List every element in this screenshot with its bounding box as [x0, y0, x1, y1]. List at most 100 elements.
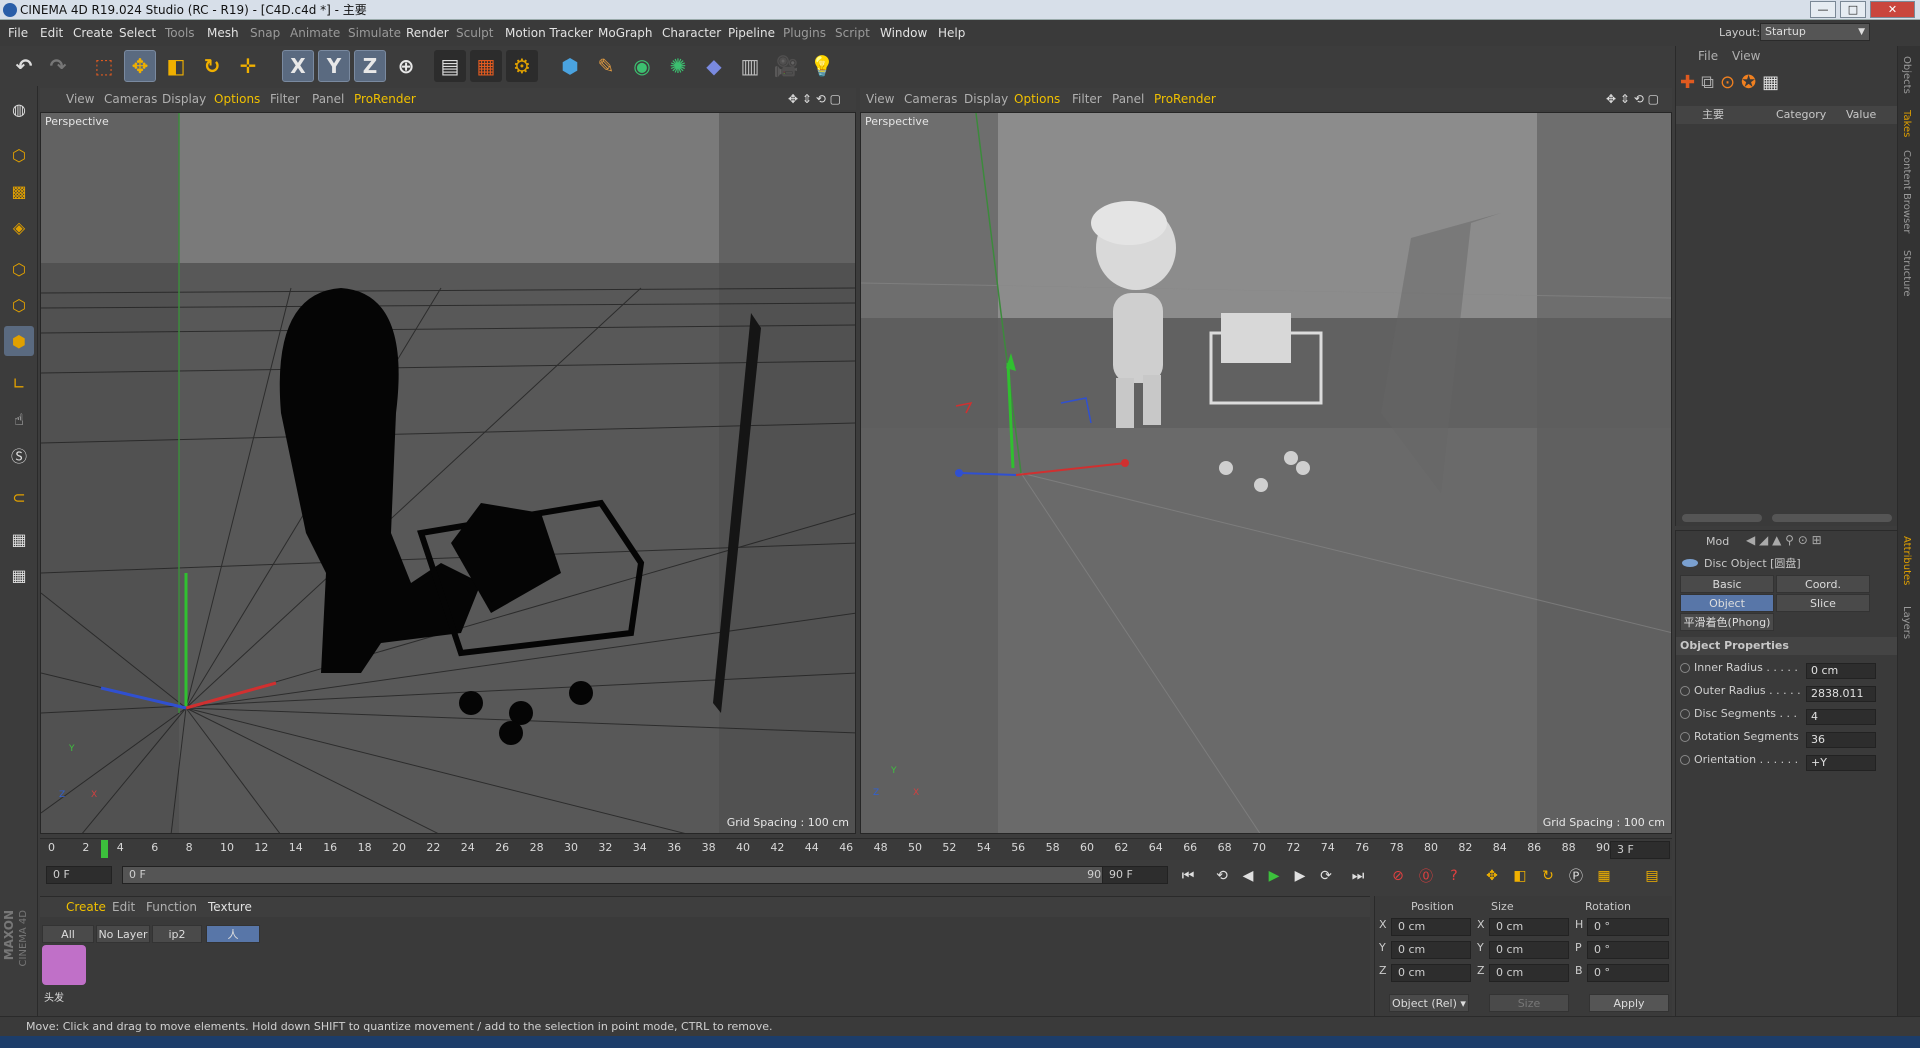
- camera-icon[interactable]: 🎥: [770, 50, 802, 82]
- planar-workplane-icon[interactable]: ▦: [4, 560, 34, 590]
- menu-pipeline[interactable]: Pipeline: [728, 20, 775, 46]
- attr-tab-basic[interactable]: Basic: [1680, 575, 1774, 593]
- polygons-mode-icon[interactable]: ⬢: [4, 326, 34, 356]
- light-icon[interactable]: 💡: [806, 50, 838, 82]
- property-value-field[interactable]: 36: [1806, 732, 1876, 748]
- menu-sculpt[interactable]: Sculpt: [456, 20, 493, 46]
- side-tab-structure[interactable]: Structure: [1901, 250, 1912, 297]
- menu-plugins[interactable]: Plugins: [783, 20, 826, 46]
- menu-motion-tracker[interactable]: Motion Tracker: [505, 20, 593, 46]
- coord-rotation-field[interactable]: 0 °: [1587, 941, 1669, 959]
- end-frame-field[interactable]: 90 F: [1102, 866, 1168, 884]
- key-scale-icon[interactable]: ◧: [1508, 864, 1532, 888]
- mat-menu-function[interactable]: Function: [146, 897, 197, 917]
- vp-right-display[interactable]: Display: [964, 88, 1008, 110]
- animate-toggle-icon[interactable]: [1680, 755, 1690, 765]
- live-selection-icon[interactable]: ⬚: [88, 50, 120, 82]
- side-tab-content-browser[interactable]: Content Browser: [1901, 150, 1912, 233]
- vp-right-filter[interactable]: Filter: [1072, 88, 1102, 110]
- menu-script[interactable]: Script: [835, 20, 870, 46]
- vp-right-prorender[interactable]: ProRender: [1154, 88, 1216, 110]
- magnet-icon[interactable]: ⊂: [4, 482, 34, 512]
- menu-render[interactable]: Render: [406, 20, 449, 46]
- viewport-nav-icons[interactable]: ✥ ⇕ ⟲ ▢: [788, 88, 841, 110]
- menu-edit[interactable]: Edit: [40, 20, 63, 46]
- model-mode-icon[interactable]: ⬡: [4, 140, 34, 170]
- side-tab-takes[interactable]: Takes: [1901, 110, 1912, 137]
- viewport-nav-icons[interactable]: ✥ ⇕ ⟲ ▢: [1606, 88, 1659, 110]
- x-axis-lock-button[interactable]: X: [282, 50, 314, 82]
- render-settings-icon[interactable]: ⚙: [506, 50, 538, 82]
- maximize-button[interactable]: □: [1840, 1, 1866, 18]
- lock-workplane-icon[interactable]: ▦: [4, 524, 34, 554]
- vp-left-cameras[interactable]: Cameras: [104, 88, 157, 110]
- apply-button[interactable]: Apply: [1589, 994, 1669, 1012]
- workplane-mode-icon[interactable]: ◈: [4, 212, 34, 242]
- deformer-icon[interactable]: ◆: [698, 50, 730, 82]
- vp-right-cameras[interactable]: Cameras: [904, 88, 957, 110]
- animate-toggle-icon[interactable]: [1680, 663, 1690, 673]
- vp-left-prorender[interactable]: ProRender: [354, 88, 416, 110]
- animate-toggle-icon[interactable]: [1680, 709, 1690, 719]
- vp-left-display[interactable]: Display: [162, 88, 206, 110]
- record-active-icon[interactable]: ⊘: [1386, 864, 1410, 888]
- coord-size-field[interactable]: 0 cm: [1489, 964, 1569, 982]
- property-value-field[interactable]: +Y: [1806, 755, 1876, 771]
- z-axis-lock-button[interactable]: Z: [354, 50, 386, 82]
- menu-mograph[interactable]: MoGraph: [598, 20, 653, 46]
- side-tab-objects[interactable]: Objects: [1901, 56, 1912, 94]
- attr-nav-icons[interactable]: ◀ ◢ ▲ ⚲ ⊙ ⊞: [1746, 533, 1822, 547]
- coord-rotation-field[interactable]: 0 °: [1587, 964, 1669, 982]
- coord-size-dropdown[interactable]: Size: [1489, 994, 1569, 1012]
- axis-mode-icon[interactable]: ∟: [4, 368, 34, 398]
- attr-tab-slice[interactable]: Slice: [1776, 594, 1870, 612]
- take-icon[interactable]: ✚: [1680, 72, 1695, 98]
- vp-right-view[interactable]: View: [866, 88, 894, 110]
- scale-tool-icon[interactable]: ◧: [160, 50, 192, 82]
- coord-position-field[interactable]: 0 cm: [1391, 941, 1471, 959]
- subdivision-surface-icon[interactable]: ◉: [626, 50, 658, 82]
- mat-tab-person[interactable]: 人: [206, 925, 260, 943]
- menu-file[interactable]: File: [8, 20, 28, 46]
- key-pla-icon[interactable]: ▦: [1592, 864, 1616, 888]
- cube-primitive-icon[interactable]: ⬢: [554, 50, 586, 82]
- coord-mode-dropdown[interactable]: Object (Rel) ▾: [1389, 994, 1469, 1012]
- menu-character[interactable]: Character: [662, 20, 721, 46]
- mograph-cloner-icon[interactable]: ✺: [662, 50, 694, 82]
- y-axis-lock-button[interactable]: Y: [318, 50, 350, 82]
- redo-icon[interactable]: ↷: [42, 50, 74, 82]
- rotate-tool-icon[interactable]: ↻: [196, 50, 228, 82]
- menu-help[interactable]: Help: [938, 20, 965, 46]
- viewport-right[interactable]: Y Z X Perspective Grid Spacing : 100 cm: [860, 112, 1672, 834]
- mat-menu-edit[interactable]: Edit: [112, 897, 135, 917]
- minimize-button[interactable]: —: [1810, 1, 1836, 18]
- make-editable-icon[interactable]: ◍: [4, 94, 34, 124]
- key-parameter-icon[interactable]: Ⓟ: [1564, 864, 1588, 888]
- mat-menu-create[interactable]: Create: [66, 897, 106, 917]
- override-group-icon[interactable]: ✪: [1741, 72, 1756, 98]
- coord-position-field[interactable]: 0 cm: [1391, 918, 1471, 936]
- texture-mode-icon[interactable]: ▩: [4, 176, 34, 206]
- menu-select[interactable]: Select: [119, 20, 156, 46]
- timeline-ruler[interactable]: 0 2 4 6 8 10 12 14 16 18 20 22 24 26 28 30 32 34 36 38 40 42 4…: [40, 838, 1672, 860]
- menu-window[interactable]: Window: [880, 20, 927, 46]
- floor-scene-icon[interactable]: ▥: [734, 50, 766, 82]
- menu-create[interactable]: Create: [73, 20, 113, 46]
- vp-left-panel[interactable]: Panel: [312, 88, 344, 110]
- preview-range-slider[interactable]: 0 F 90 F: [122, 866, 1132, 884]
- render-take-icon[interactable]: ▦: [1762, 72, 1779, 98]
- mat-menu-texture[interactable]: Texture: [208, 897, 252, 917]
- attr-tab-coord[interactable]: Coord.: [1776, 575, 1870, 593]
- objects-scrollbar-left[interactable]: [1682, 514, 1762, 522]
- render-view-icon[interactable]: ▤: [434, 50, 466, 82]
- close-button[interactable]: ✕: [1870, 1, 1915, 18]
- points-mode-icon[interactable]: ⬡: [4, 254, 34, 284]
- undo-icon[interactable]: ↶: [8, 50, 40, 82]
- coord-position-field[interactable]: 0 cm: [1391, 964, 1471, 982]
- vp-right-options[interactable]: Options: [1014, 88, 1060, 110]
- coord-size-field[interactable]: 0 cm: [1489, 941, 1569, 959]
- menu-snap[interactable]: Snap: [250, 20, 280, 46]
- menu-animate[interactable]: Animate: [290, 20, 340, 46]
- side-tab-attributes[interactable]: Attributes: [1901, 536, 1912, 585]
- mat-tab-ip2[interactable]: ip2: [152, 925, 202, 943]
